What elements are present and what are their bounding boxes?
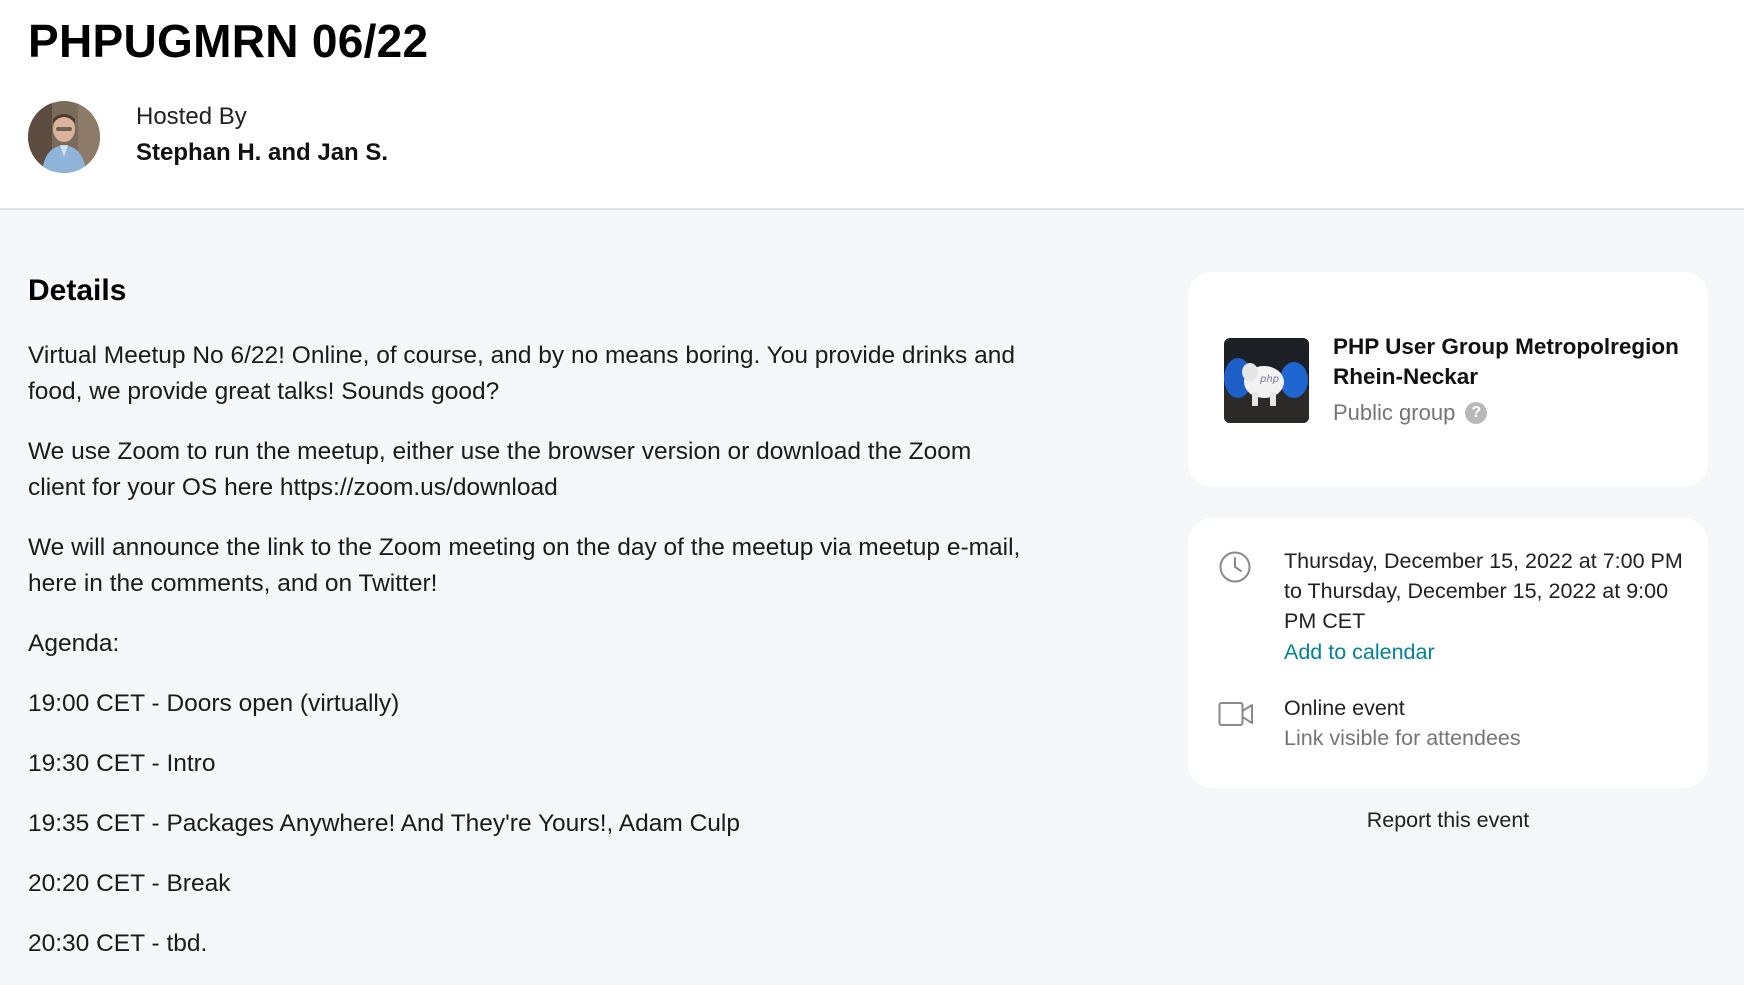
event-datetime: Thursday, December 15, 2022 at 7:00 PM t… [1284, 549, 1683, 633]
agenda-item: 20:20 CET - Break [28, 870, 231, 897]
details-paragraph: We use Zoom to run the meetup, either us… [28, 438, 972, 501]
svg-text:php: php [1259, 374, 1279, 385]
question-circle-icon[interactable]: ? [1465, 402, 1488, 424]
agenda-heading: Agenda: [28, 630, 120, 657]
details-heading: Details [28, 274, 127, 307]
host-avatar-image [28, 101, 100, 173]
hosted-by-label: Hosted By [136, 103, 247, 130]
agenda-item: 19:00 CET - Doors open (virtually) [28, 690, 400, 717]
host-avatar[interactable] [28, 101, 100, 173]
location-type: Online event [1284, 696, 1405, 720]
event-title: PHPUGMRN 06/22 [28, 15, 429, 67]
host-names[interactable]: Stephan H. and Jan S. [136, 139, 388, 167]
group-type-label: Public group [1333, 400, 1456, 425]
details-paragraph: Virtual Meetup No 6/22! Online, of cours… [28, 342, 1015, 405]
event-time-location-card: Thursday, December 15, 2022 at 7:00 PM t… [1188, 518, 1708, 788]
agenda-item: 19:35 CET - Packages Anywhere! And They'… [28, 810, 740, 837]
event-header: PHPUGMRN 06/22 Hosted By Stephan H. and … [0, 0, 1744, 210]
group-card[interactable]: php PHP User Group Metropolregion Rhein-… [1188, 272, 1708, 487]
add-to-calendar-link[interactable]: Add to calendar [1284, 640, 1435, 665]
agenda-item: 20:30 CET - tbd. [28, 930, 208, 957]
location-note: Link visible for attendees [1284, 726, 1521, 750]
group-thumbnail[interactable]: php [1224, 338, 1309, 423]
details-body: Virtual Meetup No 6/22! Online, of cours… [28, 338, 1028, 985]
main-content: Details Virtual Meetup No 6/22! Online, … [0, 210, 1744, 985]
group-thumbnail-image: php [1224, 338, 1309, 423]
agenda-item: 19:30 CET - Intro [28, 750, 216, 777]
details-paragraph: We will announce the link to the Zoom me… [28, 534, 1021, 597]
clock-icon [1219, 551, 1251, 583]
video-camera-icon [1218, 702, 1253, 726]
event-page: PHPUGMRN 06/22 Hosted By Stephan H. and … [0, 0, 1744, 985]
group-name[interactable]: PHP User Group Metropolregion Rhein-Neck… [1333, 332, 1693, 392]
report-event-link[interactable]: Report this event [1188, 808, 1708, 833]
group-type: Public group ? [1333, 400, 1488, 426]
